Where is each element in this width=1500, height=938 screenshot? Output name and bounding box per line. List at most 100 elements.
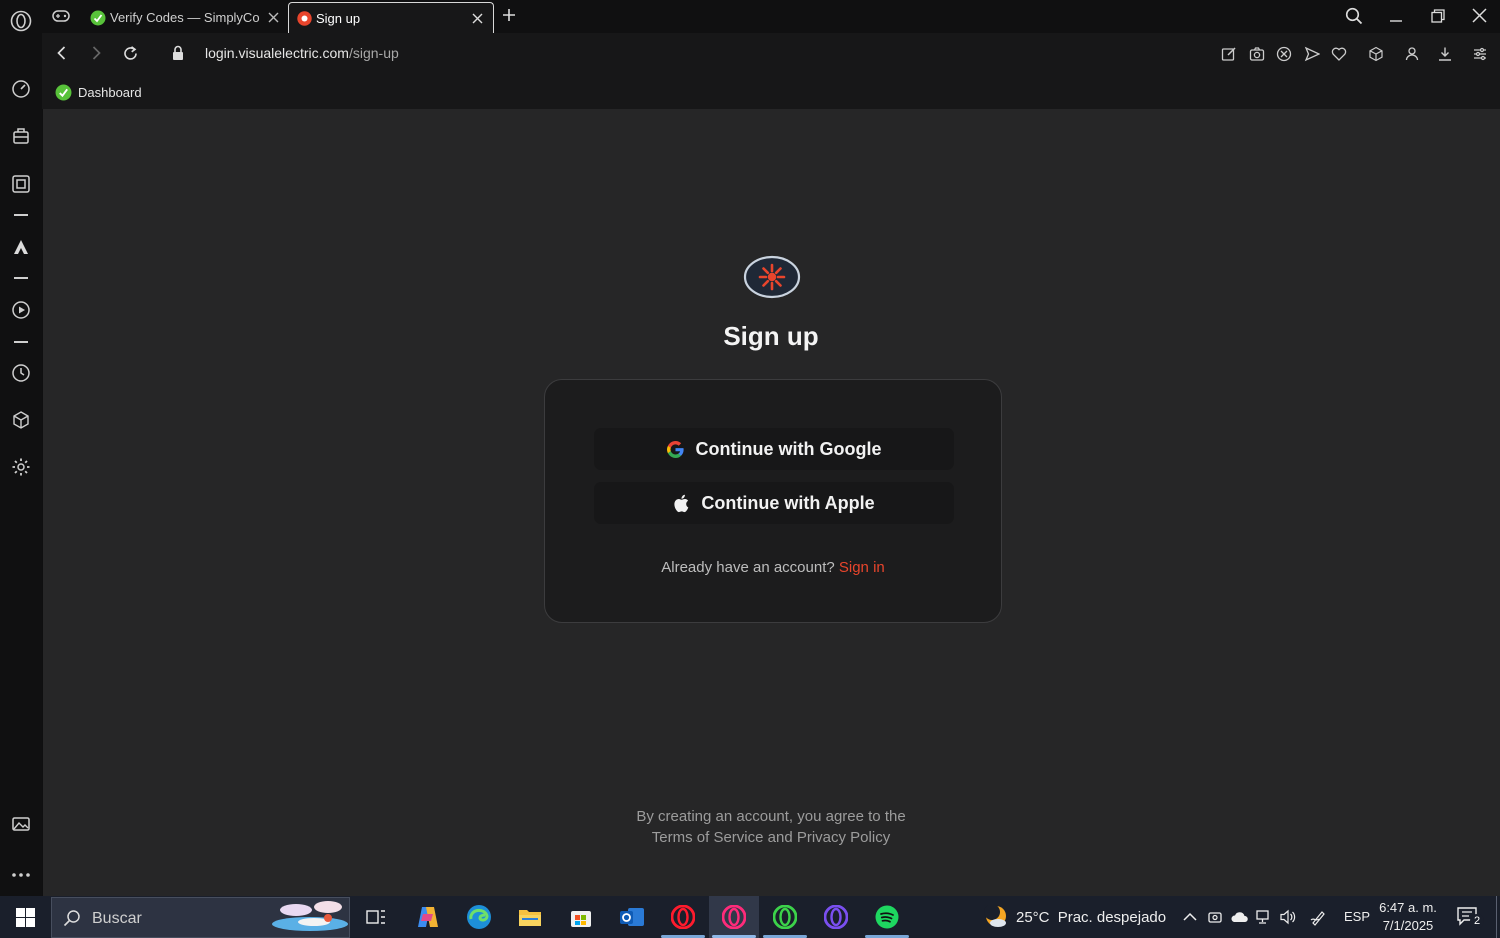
spotify-icon[interactable]	[862, 896, 912, 938]
tab-sign-up[interactable]: Sign up	[288, 2, 494, 33]
visualelectric-logo-icon	[743, 255, 801, 299]
windows-taskbar: Buscar 25°C Prac. despejado ESP 6:47 a. …	[0, 896, 1500, 938]
signup-card: Continue with Google Continue with Apple…	[544, 379, 1002, 623]
meet-now-icon[interactable]	[1206, 908, 1224, 926]
search-icon	[63, 909, 81, 927]
sidebar-separator	[14, 214, 28, 216]
continue-with-apple-button[interactable]: Continue with Apple	[594, 482, 954, 524]
show-desktop-divider[interactable]	[1496, 896, 1497, 938]
opera-air-icon[interactable]	[811, 896, 861, 938]
bookmark-dashboard[interactable]: Dashboard	[55, 80, 142, 104]
address-bar: login.visualelectric.com/sign-up	[42, 33, 1500, 75]
signin-row: Already have an account? Sign in	[545, 559, 1001, 576]
more-icon[interactable]	[9, 863, 33, 887]
opera-active-icon[interactable]	[709, 896, 759, 938]
volume-icon[interactable]	[1279, 908, 1297, 926]
url-field[interactable]: login.visualelectric.com/sign-up	[205, 45, 399, 61]
clock[interactable]: 6:47 a. m. 7/1/2025	[1372, 899, 1444, 935]
google-button-label: Continue with Google	[695, 438, 882, 459]
windows-start-icon[interactable]	[16, 908, 35, 927]
terms-link[interactable]: Terms of Service and Privacy Policy	[521, 827, 1021, 848]
pen-workspace-icon[interactable]	[1310, 908, 1328, 926]
download-icon[interactable]	[1437, 46, 1453, 62]
gamepad-icon[interactable]	[51, 7, 71, 25]
notifications-icon[interactable]: 2	[1457, 906, 1484, 928]
tab-strip: Verify Codes — SimplyCodes Sign up	[42, 0, 1500, 33]
extensions-icon[interactable]	[9, 172, 33, 196]
simplycodes-icon	[90, 10, 106, 26]
player-icon[interactable]	[9, 298, 33, 322]
apple-button-label: Continue with Apple	[701, 492, 875, 513]
aria-icon[interactable]	[9, 235, 33, 259]
easy-setup-icon[interactable]	[1472, 46, 1488, 62]
close-tab-icon[interactable]	[268, 12, 279, 23]
search-highlight-image-icon	[270, 898, 350, 937]
notification-badge: 2	[1470, 914, 1484, 928]
restore-icon[interactable]	[1431, 9, 1445, 23]
forward-icon[interactable]	[88, 45, 104, 61]
bookmark-label: Dashboard	[78, 84, 142, 100]
camera-icon[interactable]	[1249, 46, 1265, 62]
account-icon[interactable]	[1404, 46, 1420, 62]
new-tab-icon[interactable]	[502, 8, 516, 22]
file-explorer-icon[interactable]	[505, 896, 555, 938]
input-language[interactable]: ESP	[1344, 909, 1370, 924]
browser-sidebar	[0, 0, 42, 896]
outlook-icon[interactable]	[607, 896, 657, 938]
search-tabs-icon[interactable]	[1345, 7, 1363, 25]
speed-dial-icon[interactable]	[9, 77, 33, 101]
page-content: Sign up Continue with Google Continue wi…	[43, 109, 1500, 896]
reload-icon[interactable]	[122, 45, 139, 62]
close-window-icon[interactable]	[1472, 8, 1487, 23]
gallery-icon[interactable]	[9, 812, 33, 836]
copilot-icon[interactable]	[403, 896, 453, 938]
terms-line-1: By creating an account, you agree to the	[636, 808, 906, 825]
clock-time: 6:47 a. m.	[1379, 900, 1437, 915]
search-placeholder: Buscar	[92, 910, 142, 927]
tab-simplycodes[interactable]: Verify Codes — SimplyCodes	[84, 2, 284, 33]
tab-title: Verify Codes — SimplyCodes	[110, 10, 260, 25]
lock-icon[interactable]	[171, 45, 185, 61]
edge-icon[interactable]	[454, 896, 504, 938]
back-icon[interactable]	[54, 45, 70, 61]
taskbar-search-box[interactable]: Buscar	[51, 897, 350, 938]
opera-menu-icon[interactable]	[9, 9, 33, 33]
opera-icon[interactable]	[658, 896, 708, 938]
weather-condition: Prac. despejado	[1057, 909, 1167, 926]
terms-notice: By creating an account, you agree to the…	[521, 806, 1021, 848]
close-tab-icon[interactable]	[472, 13, 483, 24]
opera-gx-icon[interactable]	[760, 896, 810, 938]
task-view-icon[interactable]	[351, 896, 401, 938]
minimize-icon[interactable]	[1389, 9, 1403, 23]
weather-moon-icon[interactable]	[983, 905, 1009, 929]
settings-gear-icon[interactable]	[9, 455, 33, 479]
chevron-up-icon[interactable]	[1181, 908, 1199, 926]
page-title: Sign up	[723, 321, 819, 351]
weather-widget[interactable]: 25°C Prac. despejado	[1016, 909, 1166, 926]
block-ads-icon[interactable]	[1276, 46, 1292, 62]
url-host: login.visualelectric.com	[205, 45, 349, 61]
simplycodes-icon	[55, 84, 72, 101]
bag-icon[interactable]	[9, 124, 33, 148]
bookmarks-bar: Dashboard	[42, 75, 1500, 109]
sidebar-separator	[14, 341, 28, 343]
sidebar-separator	[14, 277, 28, 279]
heart-icon[interactable]	[1331, 46, 1347, 62]
visualelectric-icon	[297, 10, 312, 26]
onedrive-icon[interactable]	[1230, 908, 1248, 926]
cube-icon[interactable]	[9, 408, 33, 432]
cube-icon[interactable]	[1368, 46, 1384, 62]
signin-link[interactable]: Sign in	[839, 559, 885, 576]
send-icon[interactable]	[1304, 46, 1320, 62]
network-icon[interactable]	[1255, 908, 1273, 926]
weather-temp: 25°C	[1016, 909, 1050, 926]
url-path: /sign-up	[348, 45, 399, 61]
continue-with-google-button[interactable]: Continue with Google	[594, 428, 954, 470]
google-icon	[666, 440, 684, 458]
signin-prompt: Already have an account?	[661, 559, 835, 576]
microsoft-store-icon[interactable]	[556, 896, 606, 938]
clock-date: 7/1/2025	[1382, 918, 1434, 933]
history-icon[interactable]	[9, 361, 33, 385]
snapshot-edit-icon[interactable]	[1221, 46, 1237, 62]
tab-title: Sign up	[316, 10, 361, 26]
